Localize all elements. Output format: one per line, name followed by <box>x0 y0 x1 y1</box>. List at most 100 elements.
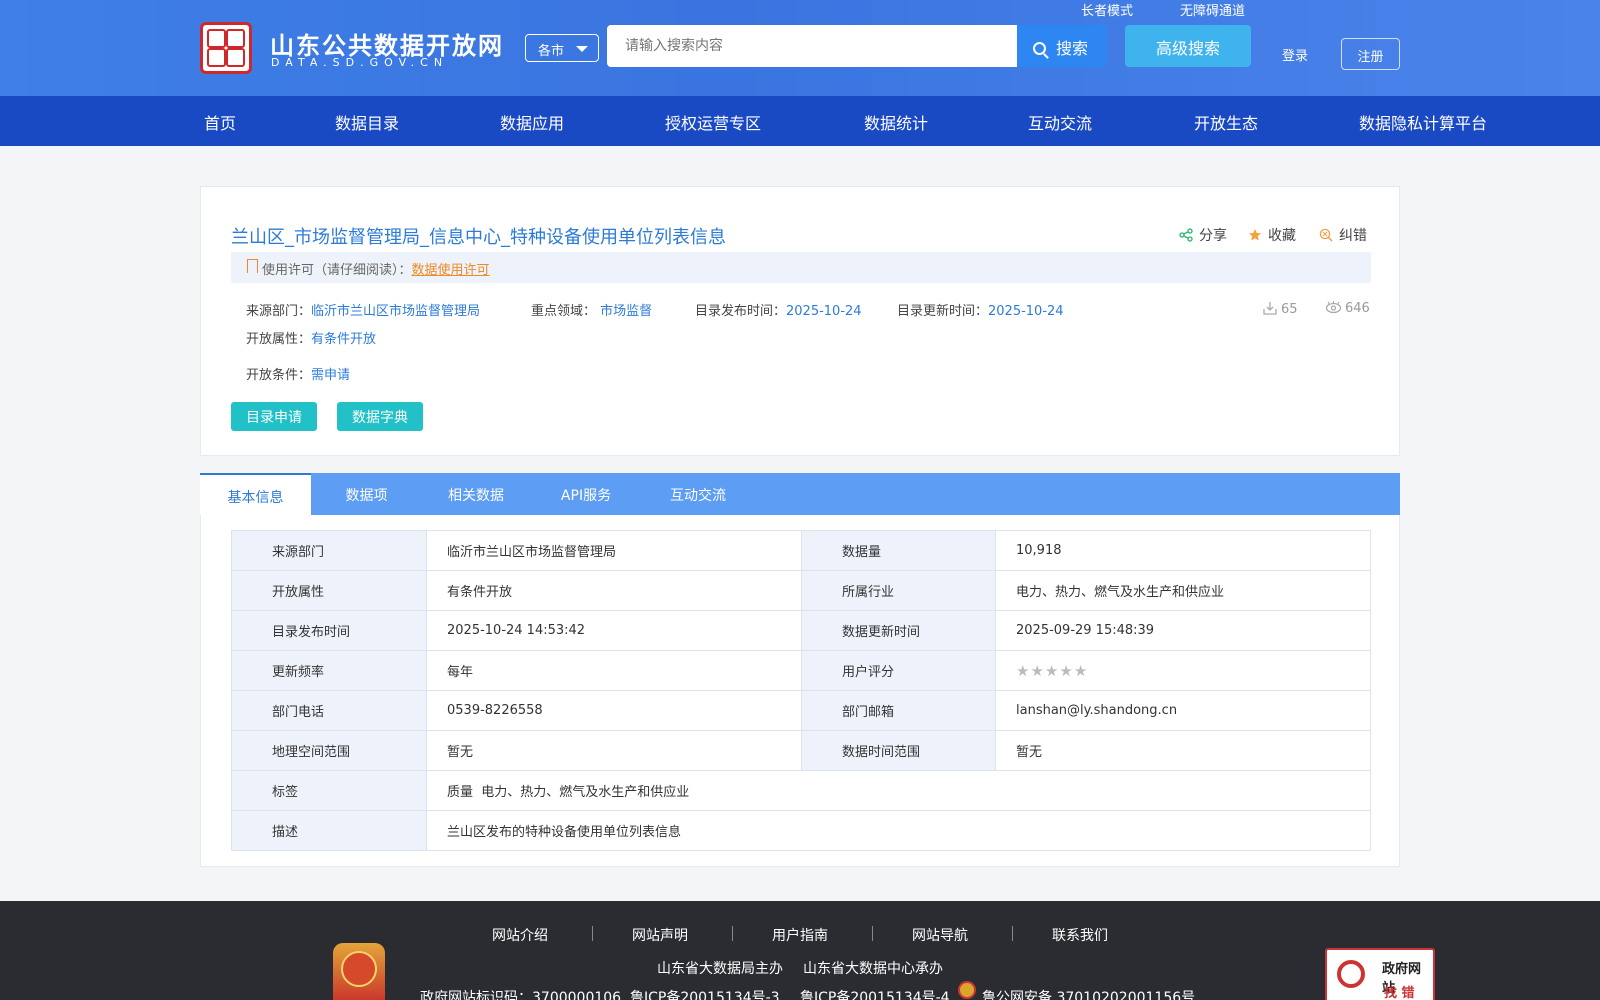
open-cond-meta: 开放条件：需申请 <box>246 364 350 383</box>
footer-link-statement[interactable]: 网站声明 <box>632 925 688 945</box>
table-row: 标签 质量 电力、热力、燃气及水生产和供应业 <box>231 770 1371 811</box>
nav-item-privacy[interactable]: 数据隐私计算平台 <box>1359 110 1487 134</box>
police-badge-icon <box>958 981 976 999</box>
open-cond-value: 需申请 <box>311 368 351 383</box>
domain-value[interactable]: 市场监督 <box>600 304 652 319</box>
footer-icp-2[interactable]: 鲁ICP备20015134号-4 <box>800 987 950 1000</box>
footer-link-about[interactable]: 网站介绍 <box>492 925 548 945</box>
city-select[interactable]: 各市 <box>525 34 599 62</box>
download-icon <box>1263 302 1277 315</box>
login-link[interactable]: 登录 <box>1282 45 1308 64</box>
tag[interactable]: 质量 <box>447 785 473 800</box>
report-error-label: 纠错 <box>1339 228 1367 244</box>
tab-data-items[interactable]: 数据项 <box>311 473 422 515</box>
site-logo-icon[interactable] <box>200 22 252 74</box>
elder-mode-link[interactable]: 长者模式 <box>1081 0 1133 19</box>
tab-related-data[interactable]: 相关数据 <box>422 473 530 515</box>
table-key: 数据量 <box>801 530 996 571</box>
star-icon[interactable]: ★ <box>1016 662 1029 680</box>
table-key: 目录发布时间 <box>231 610 427 651</box>
report-error-button[interactable]: 纠错 <box>1319 225 1367 245</box>
badge-right-sublabel: 找 错 <box>1384 986 1415 1000</box>
table-row: 开放属性 有条件开放 所属行业 电力、热力、燃气及水生产和供应业 <box>231 570 1371 611</box>
advanced-search-button[interactable]: 高级搜索 <box>1125 25 1251 67</box>
data-dictionary-button[interactable]: 数据字典 <box>337 402 423 431</box>
nav-item-home[interactable]: 首页 <box>204 110 236 134</box>
download-count-value: 65 <box>1281 302 1298 317</box>
search-icon <box>1033 42 1046 55</box>
table-key: 所属行业 <box>801 570 996 611</box>
register-button[interactable]: 注册 <box>1341 38 1400 70</box>
catalog-apply-button[interactable]: 目录申请 <box>231 402 317 431</box>
table-value: 临沂市兰山区市场监督管理局 <box>426 530 802 571</box>
footer-link-contact[interactable]: 联系我们 <box>1052 925 1108 945</box>
open-attr-value: 有条件开放 <box>311 332 377 347</box>
site-footer: 网站介绍 网站声明 用户指南 网站导航 联系我们 山东省大数据局主办 山东省大数… <box>0 901 1600 1000</box>
open-cond-label: 开放条件： <box>246 368 312 383</box>
table-row: 来源部门 临沂市兰山区市场监督管理局 数据量 10,918 <box>231 530 1371 571</box>
table-value: 电力、热力、燃气及水生产和供应业 <box>995 570 1371 611</box>
table-key: 部门电话 <box>231 690 427 731</box>
tab-basic-info[interactable]: 基本信息 <box>200 473 311 515</box>
domain-label: 重点领域： <box>531 304 597 319</box>
site-subtitle: DATA.SD.GOV.CN <box>271 56 449 69</box>
tab-api-service[interactable]: API服务 <box>530 473 642 515</box>
nav-item-authorized[interactable]: 授权运营专区 <box>665 110 761 134</box>
publish-time-value: 2025-10-24 <box>786 304 862 319</box>
license-bar: 使用许可（请仔细阅读）：数据使用许可 <box>231 252 1371 283</box>
user-rating[interactable]: ★★★★★ <box>995 650 1371 691</box>
table-value: lanshan@ly.shandong.cn <box>995 690 1371 731</box>
search-input[interactable] <box>607 25 1017 67</box>
table-key: 用户评分 <box>801 650 996 691</box>
view-count-value: 646 <box>1345 301 1370 316</box>
share-label: 分享 <box>1199 228 1227 244</box>
table-key: 部门邮箱 <box>801 690 996 731</box>
domain-meta: 重点领域： 市场监督 <box>531 300 652 319</box>
footer-icp-1[interactable]: 鲁ICP备20015134号-3 <box>630 987 780 1000</box>
main-nav: 首页 数据目录 数据应用 授权运营专区 数据统计 互动交流 开放生态 数据隐私计… <box>0 96 1600 146</box>
table-value: 有条件开放 <box>426 570 802 611</box>
dataset-title: 兰山区_市场监督管理局_信息中心_特种设备使用单位列表信息 <box>231 227 726 248</box>
source-dept-value[interactable]: 临沂市兰山区市场监督管理局 <box>311 304 480 319</box>
footer-link-guide[interactable]: 用户指南 <box>772 925 828 945</box>
nav-item-catalog[interactable]: 数据目录 <box>335 110 399 134</box>
tag[interactable]: 电力、热力、燃气及水生产和供应业 <box>481 785 689 800</box>
publish-time-meta: 目录发布时间：2025-10-24 <box>695 300 862 319</box>
govt-site-report-badge[interactable]: 政府网站 找 错 <box>1325 948 1435 1000</box>
footer-divider <box>1012 926 1013 941</box>
tags-cell: 质量 电力、热力、燃气及水生产和供应业 <box>426 770 1371 811</box>
update-time-value: 2025-10-24 <box>988 304 1064 319</box>
open-attr-meta: 开放属性：有条件开放 <box>246 328 376 347</box>
nav-item-stats[interactable]: 数据统计 <box>864 110 928 134</box>
footer-divider <box>592 926 593 941</box>
tab-interaction[interactable]: 互动交流 <box>642 473 754 515</box>
favorite-label: 收藏 <box>1268 228 1296 244</box>
star-icon[interactable]: ★ <box>1030 662 1043 680</box>
basic-info-panel: 来源部门 临沂市兰山区市场监督管理局 数据量 10,918 开放属性 有条件开放… <box>200 515 1400 867</box>
nav-item-ecology[interactable]: 开放生态 <box>1194 110 1258 134</box>
footer-link-sitemap[interactable]: 网站导航 <box>912 925 968 945</box>
table-key: 地理空间范围 <box>231 730 427 771</box>
license-link[interactable]: 数据使用许可 <box>412 263 490 278</box>
footer-police-record[interactable]: 鲁公网安备 37010202001156号 <box>982 987 1195 1000</box>
table-value: 兰山区发布的特种设备使用单位列表信息 <box>426 810 1371 851</box>
table-value: 0539-8226558 <box>426 690 802 731</box>
star-icon[interactable]: ★ <box>1074 662 1087 680</box>
nav-item-apps[interactable]: 数据应用 <box>500 110 564 134</box>
footer-organizer: 山东省大数据中心承办 <box>803 961 943 977</box>
download-count: 65 <box>1262 300 1298 317</box>
site-header: 山东公共数据开放网 DATA.SD.GOV.CN 各市 搜索 高级搜索 长者模式… <box>0 0 1600 96</box>
eye-icon <box>1325 301 1342 314</box>
table-key: 标签 <box>231 770 427 811</box>
source-dept-label: 来源部门： <box>246 304 312 319</box>
accessibility-link[interactable]: 无障碍通道 <box>1180 0 1245 19</box>
star-icon[interactable]: ★ <box>1059 662 1072 680</box>
star-icon[interactable]: ★ <box>1045 662 1058 680</box>
share-button[interactable]: 分享 <box>1179 225 1227 245</box>
chevron-down-icon <box>576 46 588 52</box>
favorite-button[interactable]: 收藏 <box>1248 225 1296 245</box>
nav-item-interaction[interactable]: 互动交流 <box>1028 110 1092 134</box>
party-govt-badge-icon[interactable] <box>333 943 385 1000</box>
table-key: 来源部门 <box>231 530 427 571</box>
search-button[interactable]: 搜索 <box>1017 25 1107 67</box>
